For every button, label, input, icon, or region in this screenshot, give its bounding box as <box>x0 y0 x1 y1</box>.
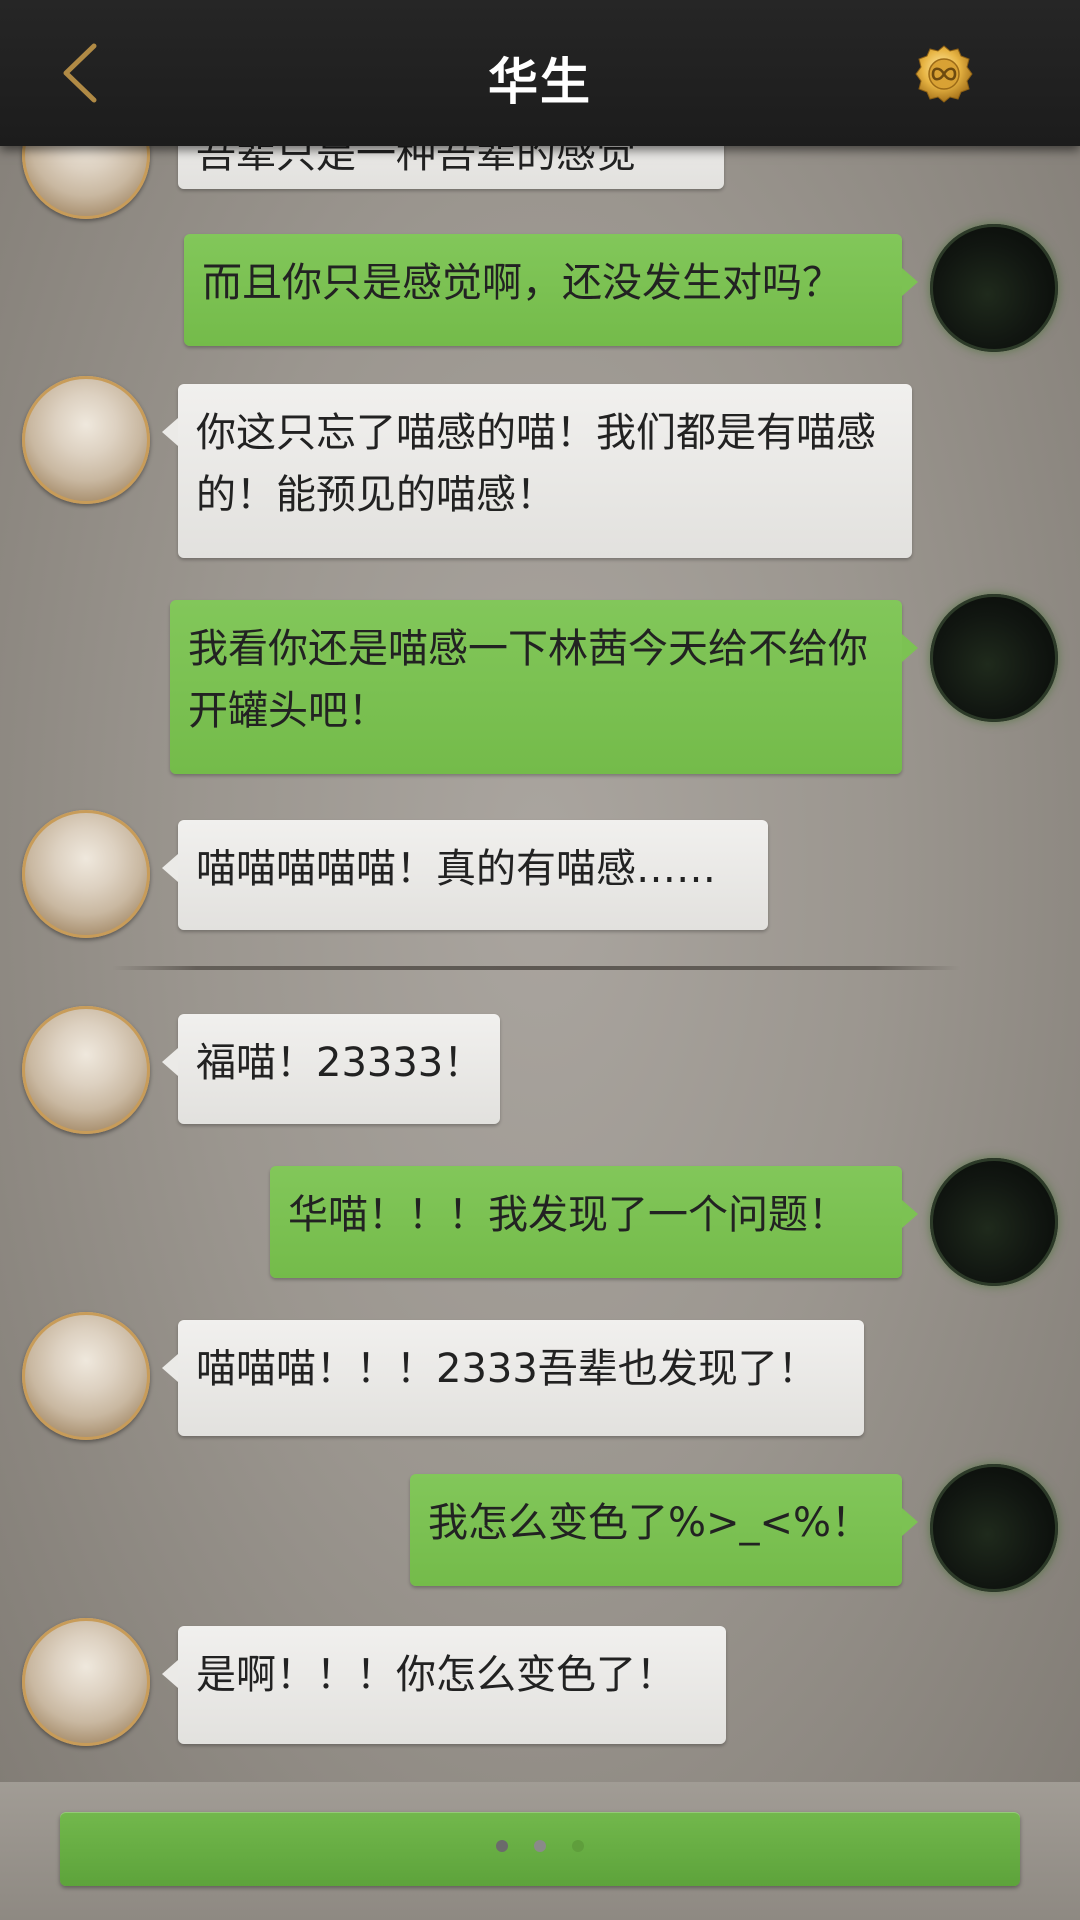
cat-avatar[interactable] <box>22 1006 150 1134</box>
player-avatar[interactable] <box>930 594 1058 722</box>
message-bubble-right: 我怎么变色了%>_<%！ <box>410 1474 918 1586</box>
message-bubble-right: 华喵！！！我发现了一个问题！ <box>270 1166 918 1278</box>
cat-avatar[interactable] <box>22 1618 150 1746</box>
cat-avatar[interactable] <box>22 810 150 938</box>
message-bubble-left: 吾辈只是一种吾辈的感觉 <box>178 146 724 189</box>
message-bubble-right: 我看你还是喵感一下林茜今天给不给你开罐头吧！ <box>170 600 918 774</box>
cat-avatar[interactable] <box>22 376 150 504</box>
player-avatar[interactable] <box>930 1464 1058 1592</box>
infinity-coin-icon <box>915 45 973 103</box>
cat-avatar[interactable] <box>22 1312 150 1440</box>
message-bubble-left: 喵喵喵喵喵！真的有喵感…… <box>162 820 768 930</box>
header-bar: 华生 <box>0 0 1080 146</box>
bottom-bar <box>0 1782 1080 1920</box>
message-bubble-left: 福喵！23333！ <box>162 1014 500 1124</box>
message-bubble-left: 是啊！！！你怎么变色了！ <box>162 1626 726 1744</box>
typing-dot <box>496 1840 508 1852</box>
typing-indicator <box>60 1840 1020 1852</box>
coin-button[interactable] <box>915 45 973 103</box>
player-avatar[interactable] <box>930 224 1058 352</box>
cat-avatar[interactable] <box>22 146 150 219</box>
continue-button[interactable] <box>60 1812 1020 1886</box>
chat-screen: 华生 吾辈只是一种吾辈的感觉 而且你只是感觉啊，还没发生对吗？ 你这只忘了喵感的… <box>0 0 1080 1920</box>
player-avatar[interactable] <box>930 1158 1058 1286</box>
message-bubble-left: 你这只忘了喵感的喵！我们都是有喵感的！能预见的喵感！ <box>162 384 912 558</box>
message-bubble-left: 喵喵喵！！！2333吾辈也发现了！ <box>162 1320 864 1436</box>
typing-dot <box>534 1840 546 1852</box>
section-divider <box>112 966 960 970</box>
message-bubble-right: 而且你只是感觉啊，还没发生对吗？ <box>184 234 918 346</box>
typing-dot <box>572 1840 584 1852</box>
chat-area[interactable]: 吾辈只是一种吾辈的感觉 而且你只是感觉啊，还没发生对吗？ 你这只忘了喵感的喵！我… <box>0 146 1080 1782</box>
